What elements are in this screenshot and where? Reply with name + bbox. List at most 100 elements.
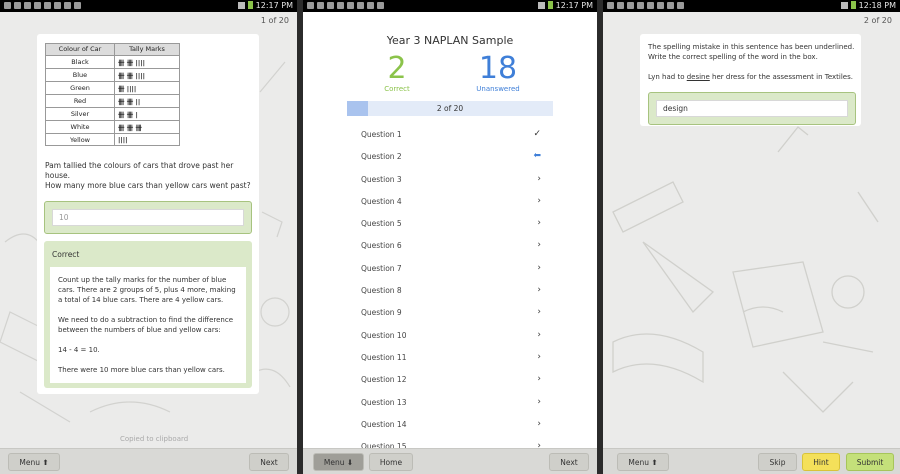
bottom-bar: Menu ⬆ Skip Hint Submit <box>603 448 900 474</box>
progress-text: 2 of 20 <box>436 104 464 113</box>
feedback-explanation: Count up the tally marks for the number … <box>50 267 246 383</box>
question-label: Question 6 <box>361 241 402 251</box>
chevron-right-icon: › <box>537 195 541 206</box>
question-list-item[interactable]: Question 2 ⬅ <box>361 146 541 168</box>
question-label: Question 14 <box>361 419 407 429</box>
next-button[interactable]: Next <box>549 453 589 471</box>
question-label: Question 11 <box>361 352 407 362</box>
battery-icon <box>247 1 253 9</box>
question-list-item[interactable]: Question 7 › <box>361 258 541 280</box>
feedback-panel: Correct Count up the tally marks for the… <box>44 241 252 388</box>
cell-colour: Green <box>45 81 115 95</box>
clock: 12:18 PM <box>858 1 896 10</box>
notification-icons <box>607 2 687 10</box>
cell-tally: |||| <box>114 133 180 146</box>
chevron-right-icon: › <box>537 351 541 362</box>
question-label: Question 1 <box>361 130 402 139</box>
notification-icons <box>307 2 387 10</box>
feedback-title: Correct <box>52 250 80 259</box>
question-pager: 1 of 20 <box>260 16 289 25</box>
explanation-paragraph: We need to do a subtraction to find the … <box>58 316 234 334</box>
answer-box: design <box>648 92 856 125</box>
cell-colour: White <box>45 120 115 134</box>
unanswered-label: Unanswered <box>476 85 520 93</box>
question-list-item[interactable]: Question 14 › <box>361 414 541 436</box>
unanswered-stat: 18 Unanswered <box>473 51 523 94</box>
question-list-item[interactable]: Question 12 › <box>361 369 541 391</box>
chevron-right-icon: › <box>537 262 541 273</box>
table-row: Red 卌 卌 || <box>45 94 180 108</box>
test-title: Year 3 NAPLAN Sample <box>386 34 514 47</box>
question-list-item[interactable]: Question 8 › <box>361 280 541 302</box>
question-label: Question 5 <box>361 219 402 229</box>
signal-icon <box>840 2 848 9</box>
check-icon: ✓ <box>533 129 541 139</box>
cell-tally: 卌 卌 | <box>114 107 180 121</box>
chevron-right-icon: › <box>537 418 541 429</box>
signal-icon <box>537 2 545 9</box>
question-label: Question 4 <box>361 196 402 206</box>
chevron-right-icon: › <box>537 285 541 296</box>
correct-count: 2 <box>387 51 407 86</box>
question-list-item[interactable]: Question 4 › <box>361 191 541 213</box>
cell-colour: Black <box>45 55 115 69</box>
question-label: Question 3 <box>361 174 402 184</box>
chevron-right-icon: › <box>537 307 541 318</box>
misspelled-word: desine <box>686 73 710 81</box>
table-row: Silver 卌 卌 | <box>45 107 180 121</box>
table-row: White 卌 卌 卌 <box>45 120 180 134</box>
hint-button[interactable]: Hint <box>802 453 840 471</box>
table-header-colour: Colour of Car <box>45 43 115 56</box>
question-instructions: The spelling mistake in this sentence ha… <box>648 43 855 61</box>
menu-button[interactable]: Menu ⬇ <box>313 453 364 471</box>
table-row: Blue 卌 卌 |||| <box>45 68 180 82</box>
question-list-item[interactable]: Question 3 › <box>361 169 541 191</box>
table-row: Yellow |||| <box>45 133 180 146</box>
question-list-item[interactable]: Question 1 ✓ <box>361 124 541 146</box>
question-label: Question 2 <box>361 152 402 162</box>
question-list-item[interactable]: Question 9 › <box>361 302 541 324</box>
cell-colour: Silver <box>45 107 115 121</box>
menu-button[interactable]: Menu ⬆ <box>8 453 60 471</box>
cell-tally: 卌 |||| <box>114 81 180 95</box>
answer-input[interactable]: 10 <box>52 209 244 226</box>
question-list-item[interactable]: Question 11 › <box>361 347 541 369</box>
question-list: Question 1 ✓ Question 2 ⬅ Question 3 › Questio… <box>361 124 541 458</box>
correct-label: Correct <box>384 85 410 93</box>
question-list-item[interactable]: Question 13 › <box>361 392 541 414</box>
sentence-start: Lyn had to <box>648 73 687 81</box>
question-label: Question 7 <box>361 263 402 273</box>
question-text: Pam tallied the colours of cars that dro… <box>45 161 234 180</box>
submit-button[interactable]: Submit <box>846 453 894 471</box>
notification-icons <box>4 2 84 10</box>
signal-icon <box>237 2 245 9</box>
cell-colour: Red <box>45 94 115 108</box>
progress-screen: 12:17 PM Year 3 NAPLAN Sample 2 Correct … <box>303 0 597 474</box>
explanation-conclusion: There were 10 more blue cars than yellow… <box>58 366 225 374</box>
clipboard-toast: Copied to clipboard <box>120 435 189 443</box>
question-label: Question 13 <box>361 397 407 407</box>
explanation-equation: 14 - 4 = 10. <box>58 346 100 354</box>
next-button[interactable]: Next <box>249 453 289 471</box>
question-list-item[interactable]: Question 10 › <box>361 325 541 347</box>
home-button[interactable]: Home <box>369 453 413 471</box>
question-list-item[interactable]: Question 5 › <box>361 213 541 235</box>
question-sentence: Lyn had to desine her dress for the asse… <box>648 73 853 81</box>
correct-stat: 2 Correct <box>377 51 417 94</box>
question-label: Question 10 <box>361 330 407 340</box>
question-list-item[interactable]: Question 6 › <box>361 235 541 257</box>
answer-box: 10 <box>44 201 252 234</box>
cell-tally: 卌 卌 || <box>114 94 180 108</box>
explanation-paragraph: Count up the tally marks for the number … <box>58 276 236 304</box>
cell-colour: Blue <box>45 68 115 82</box>
chevron-right-icon: › <box>537 329 541 340</box>
cell-colour: Yellow <box>45 133 115 146</box>
menu-button[interactable]: Menu ⬆ <box>617 453 669 471</box>
unanswered-count: 18 <box>478 51 518 86</box>
question-screen-2: 12:18 PM 2 of 20 The spelling mistake in… <box>603 0 900 474</box>
table-header-tally: Tally Marks <box>114 43 180 56</box>
skip-button[interactable]: Skip <box>758 453 797 471</box>
cell-tally: 卌 卌 |||| <box>114 68 180 82</box>
answer-input[interactable]: design <box>656 100 848 117</box>
clock: 12:17 PM <box>255 1 293 10</box>
